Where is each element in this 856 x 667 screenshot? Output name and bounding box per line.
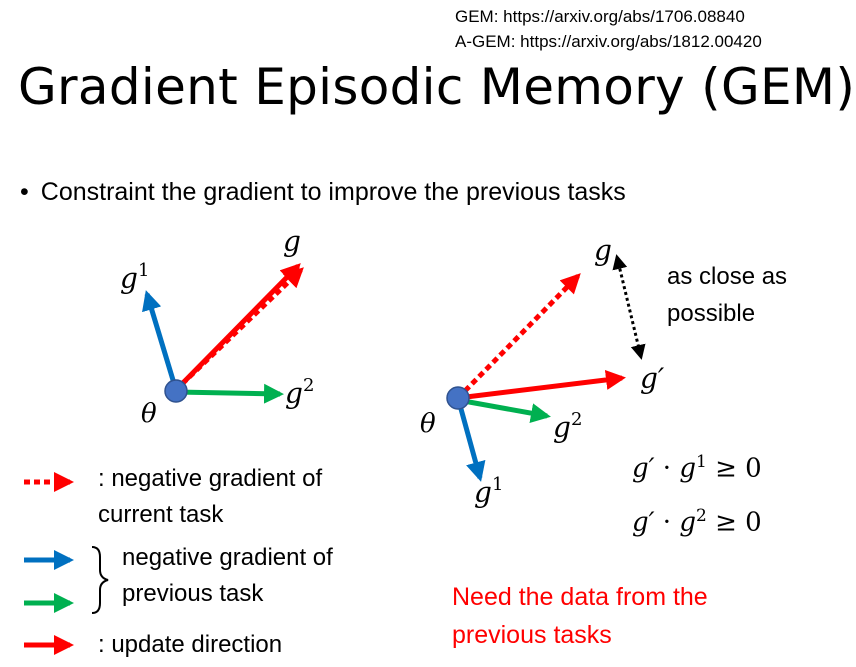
eq2-relation: ≥ 0 — [706, 507, 762, 538]
left-g2-sup: 2 — [303, 375, 314, 396]
right-g-label: g — [594, 234, 612, 267]
right-g2-base: g — [553, 411, 571, 444]
right-g1-arrow — [455, 397, 486, 482]
eq1-sup: 1 — [696, 452, 707, 472]
eq1-g: g — [679, 453, 696, 484]
right-g2-sup: 2 — [571, 409, 582, 430]
left-g-label: g — [283, 225, 301, 258]
right-g1-base: g — [474, 476, 492, 509]
left-g1-sup: 1 — [138, 260, 149, 281]
left-theta-label: θ — [141, 399, 157, 429]
left-diagram: g g1 g2 θ — [120, 225, 314, 429]
left-g1-base: g — [120, 262, 138, 295]
eq2-gprime: g′ — [632, 507, 655, 538]
left-current-gradient-arrow — [180, 267, 304, 386]
legend-update-direction-label: : update direction — [98, 631, 283, 658]
right-theta-point — [446, 386, 470, 410]
right-g1-sup: 1 — [492, 474, 503, 495]
left-g1-label: g1 — [120, 260, 149, 295]
eq1-dot: · — [654, 453, 680, 484]
left-update-direction-arrow — [174, 263, 301, 392]
right-g1-label: g1 — [474, 474, 503, 509]
right-update-direction-arrow — [457, 370, 626, 401]
eq2-dot: · — [654, 507, 680, 538]
left-g2-label: g2 — [285, 375, 314, 410]
right-current-gradient-arrow — [456, 273, 581, 400]
closeness-note: as close as possible — [667, 263, 788, 327]
left-theta-point — [164, 379, 188, 403]
right-gprime-label: g′ — [640, 362, 665, 395]
eq2-sup: 2 — [696, 506, 707, 526]
eq1-relation: ≥ 0 — [706, 453, 762, 484]
left-g2-base: g — [285, 377, 303, 410]
right-g2-arrow — [457, 397, 551, 424]
right-g2-label: g2 — [553, 409, 582, 444]
left-g2-arrow — [175, 383, 284, 404]
legend-brace-icon — [91, 546, 109, 614]
right-theta-label: θ — [420, 409, 436, 439]
legend-previous-gradient-label: negative gradient of previous task — [122, 544, 333, 607]
legend-markers — [24, 472, 109, 655]
legend-current-gradient-label: : negative gradient of current task — [98, 465, 323, 528]
eq1-gprime: g′ — [632, 453, 655, 484]
right-diagram: g g′ g1 g2 θ — [420, 234, 665, 509]
eq2-g: g — [679, 507, 696, 538]
data-requirement-note: Need the data from the previous tasks — [452, 583, 708, 649]
constraint-equation-1: g′ · g1 ≥ 0 — [632, 452, 762, 484]
closeness-double-arrow — [612, 254, 646, 360]
left-g1-arrow — [142, 290, 179, 391]
constraint-equation-2: g′ · g2 ≥ 0 — [632, 506, 762, 538]
